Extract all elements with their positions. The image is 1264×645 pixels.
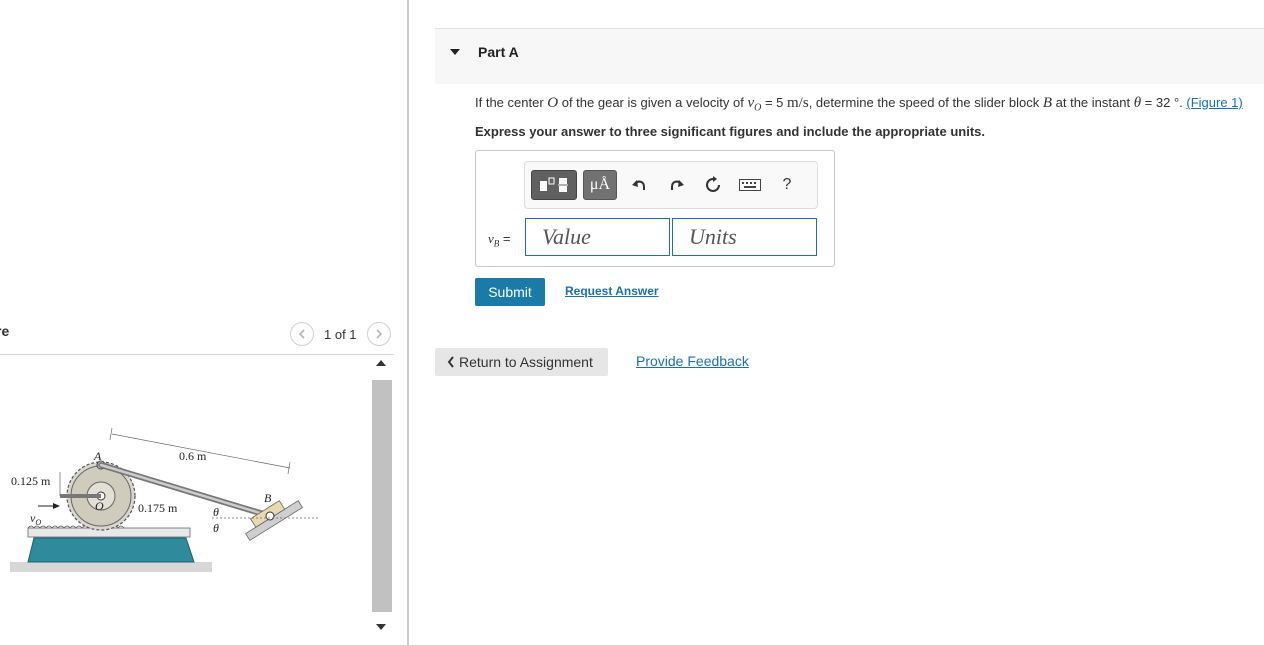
label-point-b: B (264, 491, 272, 505)
value-input[interactable] (525, 218, 670, 256)
figure-page-count: 1 of 1 (324, 326, 357, 342)
part-a-header[interactable]: Part A (435, 28, 1264, 84)
gear-slider-figure: 0.6 m 0.125 m 0.175 m A B O vO θ θ (10, 427, 320, 572)
answer-box: μÅ ? vB = (475, 150, 835, 267)
reset-icon (706, 176, 720, 192)
part-title: Part A (478, 44, 519, 60)
scroll-down-arrow-icon[interactable] (376, 624, 386, 630)
question-text: If the center O of the gear is given a v… (475, 95, 1243, 114)
redo-button[interactable] (665, 170, 689, 200)
undo-icon (632, 180, 645, 190)
undo-button[interactable] (627, 170, 651, 200)
figure-panel: re 1 of 1 (0, 0, 408, 645)
return-label: Return to Assignment (459, 354, 593, 370)
scrollbar-thumb[interactable] (372, 380, 392, 612)
caret-down-icon[interactable] (450, 49, 460, 55)
label-outer-radius: 0.125 m (11, 474, 51, 488)
return-to-assignment-button[interactable]: Return to Assignment (435, 348, 608, 376)
label-theta-top: θ (213, 505, 219, 519)
prev-figure-button[interactable] (290, 322, 314, 346)
math-toolbar: μÅ ? (524, 161, 818, 209)
figure-title: re (0, 323, 10, 339)
answer-variable-label: vB = (488, 231, 511, 249)
figure-link[interactable]: (Figure 1) (1186, 95, 1242, 110)
scroll-up-arrow-icon[interactable] (376, 360, 386, 366)
units-button[interactable]: μÅ (583, 170, 617, 200)
next-figure-button[interactable] (366, 322, 391, 346)
label-point-a: A (93, 449, 102, 463)
chevron-left-icon (447, 356, 454, 368)
label-inner-radius: 0.175 m (138, 501, 178, 515)
label-velocity: vO (30, 511, 41, 527)
instruction-text: Express your answer to three significant… (475, 124, 985, 139)
ground-hatch (10, 562, 212, 572)
provide-feedback-link[interactable]: Provide Feedback (636, 353, 749, 369)
label-theta-bottom: θ (213, 521, 219, 535)
submit-button[interactable]: Submit (475, 278, 545, 306)
figure-pager: 1 of 1 (290, 322, 391, 346)
label-center-o: O (95, 499, 104, 513)
keyboard-button[interactable] (737, 170, 763, 200)
panel-divider (407, 0, 409, 645)
keyboard-icon (739, 179, 761, 191)
redo-icon (671, 180, 684, 190)
base-block (27, 537, 195, 563)
templates-icon (540, 177, 568, 192)
chevron-left-icon (298, 329, 305, 339)
templates-button[interactable] (531, 170, 577, 200)
pin-b (265, 511, 275, 521)
figure-scrollbar[interactable] (370, 356, 394, 640)
units-input[interactable] (672, 218, 817, 256)
label-length-ab: 0.6 m (179, 449, 207, 463)
reset-button[interactable] (701, 170, 725, 200)
figure-divider (0, 354, 394, 355)
request-answer-link[interactable]: Request Answer (565, 284, 659, 298)
chevron-right-icon (375, 329, 382, 339)
help-button[interactable]: ? (775, 170, 799, 200)
